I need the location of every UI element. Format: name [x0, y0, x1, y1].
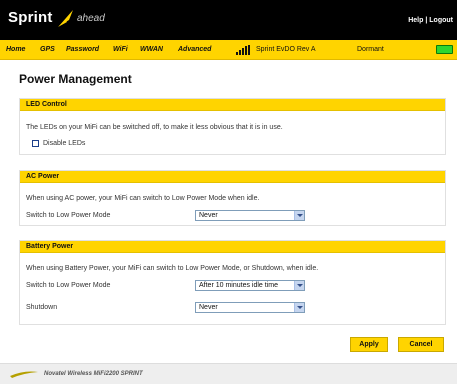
footer: Novatel Wireless MiFi2200 SPRINT [0, 363, 457, 384]
logout-link[interactable]: Logout [429, 17, 453, 24]
disable-leds-checkbox[interactable] [32, 140, 39, 147]
shutdown-select[interactable]: Never [195, 302, 305, 313]
battery-power-section: Battery Power When using Battery Power, … [19, 240, 446, 325]
battery-power-header: Battery Power [20, 241, 445, 253]
nav-item-wwan[interactable]: WWAN [140, 46, 163, 53]
brand-tagline: ahead [77, 13, 105, 24]
shutdown-label: Shutdown [26, 304, 58, 311]
nav-item-home[interactable]: Home [6, 46, 25, 53]
ac-power-header: AC Power [20, 171, 445, 183]
top-links-separator: | [425, 17, 428, 24]
led-control-header: LED Control [20, 99, 445, 111]
help-link[interactable]: Help [408, 17, 423, 24]
connection-status: Dormant [357, 46, 384, 53]
battery-low-power-value: After 10 minutes idle time [199, 282, 278, 289]
battery-low-power-label: Switch to Low Power Mode [26, 282, 111, 289]
apply-button[interactable]: Apply [350, 337, 388, 352]
nav-item-password[interactable]: Password [66, 46, 99, 53]
nav-item-wifi[interactable]: WiFi [113, 46, 128, 53]
battery-icon [436, 45, 453, 54]
carrier-network: Sprint EvDO Rev A [256, 46, 316, 53]
brand-logo-text: Sprint [8, 9, 53, 26]
nav-bar: Home GPS Password WiFi WWAN Advanced Spr… [0, 40, 457, 60]
cancel-button[interactable]: Cancel [398, 337, 444, 352]
disable-leds-label: Disable LEDs [43, 140, 86, 147]
ac-power-section: AC Power When using AC power, your MiFi … [19, 170, 446, 226]
top-links: Help | Logout [408, 17, 453, 24]
chevron-down-icon [294, 303, 304, 312]
battery-power-description: When using Battery Power, your MiFi can … [26, 265, 319, 272]
sprint-swoosh-icon [58, 10, 73, 27]
ac-low-power-value: Never [199, 212, 218, 219]
led-control-description: The LEDs on your MiFi can be switched of… [26, 124, 283, 131]
ac-low-power-label: Switch to Low Power Mode [26, 212, 111, 219]
shutdown-value: Never [199, 304, 218, 311]
ac-low-power-select[interactable]: Never [195, 210, 305, 221]
page-title: Power Management [19, 72, 132, 86]
signal-strength-icon [236, 45, 250, 55]
footer-text: Novatel Wireless MiFi2200 SPRINT [44, 371, 143, 377]
chevron-down-icon [294, 281, 304, 290]
led-control-section: LED Control The LEDs on your MiFi can be… [19, 98, 446, 155]
ac-power-description: When using AC power, your MiFi can switc… [26, 195, 260, 202]
top-bar: Sprint ahead Help | Logout [0, 0, 457, 40]
nav-item-gps[interactable]: GPS [40, 46, 55, 53]
nav-item-advanced[interactable]: Advanced [178, 46, 211, 53]
novatel-swoosh-icon [10, 371, 38, 378]
battery-low-power-select[interactable]: After 10 minutes idle time [195, 280, 305, 291]
chevron-down-icon [294, 211, 304, 220]
